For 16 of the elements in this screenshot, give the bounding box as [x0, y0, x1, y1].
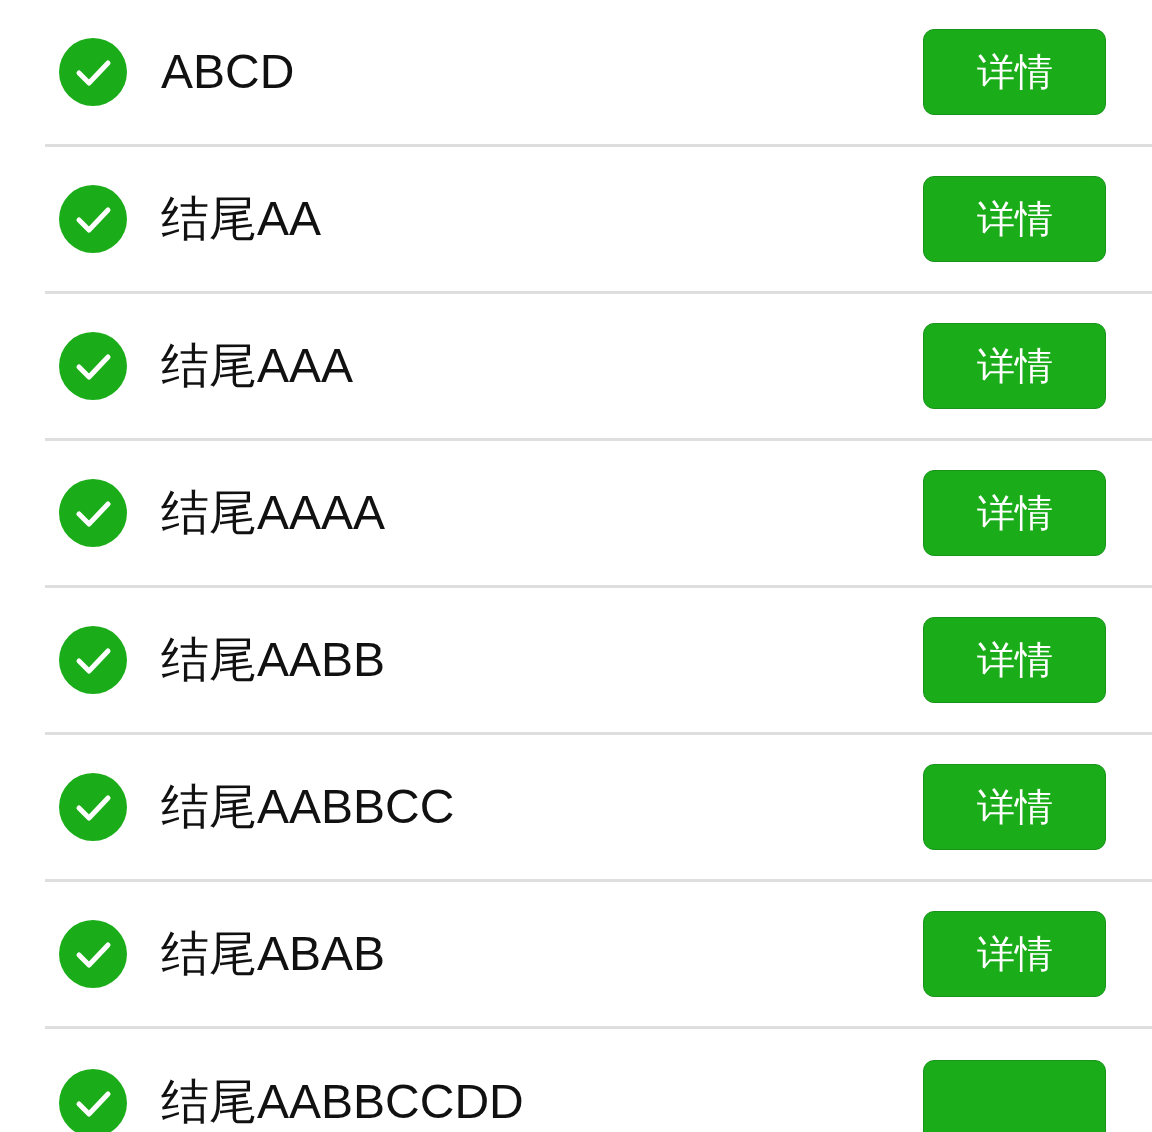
item-label: ABCD [161, 45, 295, 99]
details-button[interactable]: 详情 [923, 176, 1106, 262]
item-label: 结尾AABBCCDD [161, 1076, 524, 1129]
item-label: 结尾AAAA [161, 486, 386, 540]
item-label: 结尾AA [161, 192, 322, 246]
details-button[interactable]: 详情 [923, 323, 1106, 409]
item-label: 结尾AABBCC [161, 780, 455, 834]
details-button[interactable]: 详情 [923, 764, 1106, 850]
details-button[interactable]: 详情 [923, 617, 1106, 703]
item-label: 结尾ABAB [161, 927, 386, 981]
item-label: 结尾AAA [161, 339, 354, 393]
details-button[interactable]: 详情 [923, 29, 1106, 115]
details-button[interactable]: 详情 [923, 470, 1106, 556]
details-button[interactable] [923, 1059, 1106, 1132]
details-button[interactable]: 详情 [923, 911, 1106, 997]
item-label: 结尾AABB [161, 633, 386, 687]
